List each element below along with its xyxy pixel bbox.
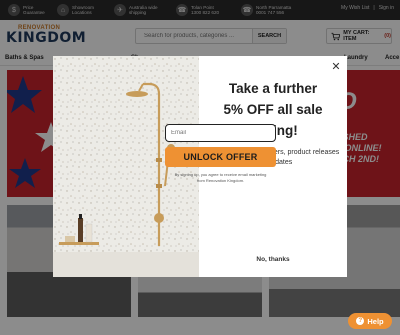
- help-icon: ?: [356, 317, 365, 325]
- help-label: Help: [367, 316, 384, 326]
- help-button[interactable]: ? Help: [348, 313, 392, 329]
- unlock-offer-button[interactable]: UNLOCK OFFER: [165, 147, 276, 167]
- no-thanks-button[interactable]: No, thanks: [199, 256, 347, 263]
- legal-disclaimer: By signing up, you agree to receive emai…: [174, 172, 267, 183]
- email-field[interactable]: [165, 124, 276, 142]
- close-icon[interactable]: ✕: [330, 61, 342, 73]
